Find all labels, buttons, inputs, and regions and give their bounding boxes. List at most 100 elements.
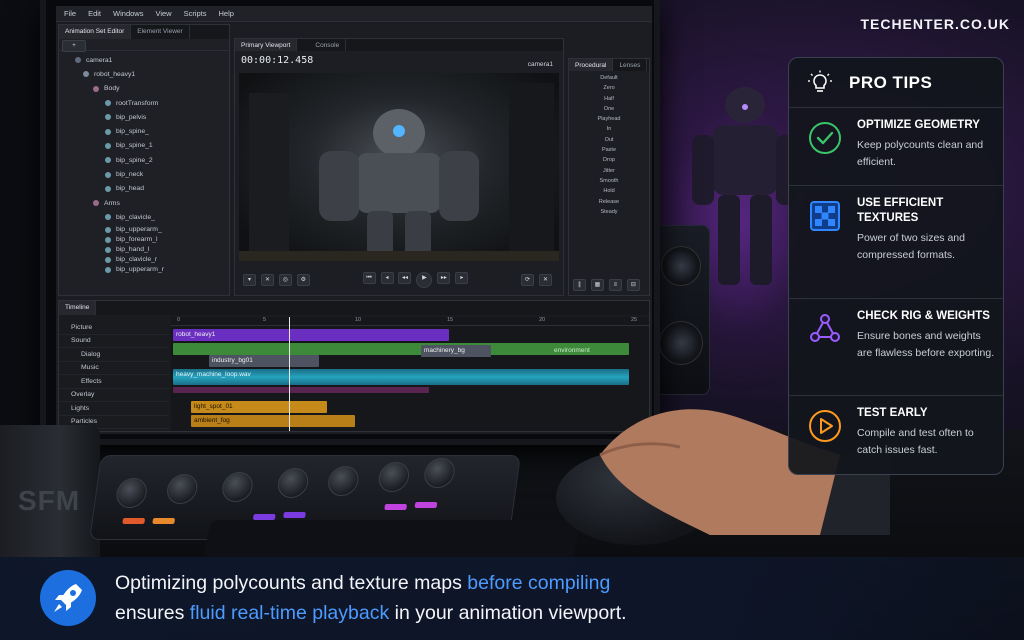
- lock-icon[interactable]: ⊟: [626, 279, 640, 291]
- timeline-panel: Timeline Picture Sound Dialog Music Effe…: [58, 300, 650, 432]
- settings-icon[interactable]: ⚙: [296, 274, 310, 286]
- light-clip[interactable]: light_spot_01: [191, 401, 327, 413]
- tree-item-bone[interactable]: bip_head: [63, 182, 225, 196]
- fast-forward-icon[interactable]: ▸▸: [437, 272, 451, 284]
- tree-item-arms[interactable]: Arms: [63, 196, 225, 210]
- pause-icon[interactable]: ∥: [573, 279, 586, 291]
- menu-scripts[interactable]: Scripts: [184, 9, 207, 18]
- controller-pad: [414, 502, 438, 508]
- procedural-preset-item[interactable]: Jitter: [573, 166, 645, 176]
- tab-element-viewer[interactable]: Element Viewer: [131, 25, 190, 39]
- banner-highlight: before compiling: [467, 572, 611, 594]
- tree-item-bone[interactable]: bip_upperarm_r: [63, 265, 225, 275]
- loop-icon[interactable]: ⟳: [521, 274, 535, 286]
- effects-audio-waveform[interactable]: heavy_machine_loop.wav: [173, 369, 629, 385]
- procedural-preset-item[interactable]: Zero: [573, 83, 645, 93]
- menu-edit[interactable]: Edit: [88, 9, 101, 18]
- track-effects[interactable]: Effects: [59, 375, 169, 389]
- dialog-clip[interactable]: industry_bg01: [209, 355, 319, 367]
- lightbulb-icon: [808, 70, 832, 92]
- track-picture[interactable]: Picture: [59, 321, 169, 335]
- tree-item-bone[interactable]: bip_spine_2: [63, 153, 225, 167]
- tab-animation-set-editor[interactable]: Animation Set Editor: [59, 25, 132, 39]
- camera-icon[interactable]: ◎: [278, 274, 292, 286]
- tip-title: CHECK RIG & WEIGHTS: [857, 310, 990, 322]
- tab-console[interactable]: Console: [297, 39, 347, 51]
- tree-item-bone[interactable]: bip_clavicle_r: [63, 255, 225, 265]
- procedural-preset-item[interactable]: Paste: [573, 145, 645, 155]
- animation-set-tree: camera1 robot_heavy1 Body rootTransform …: [59, 51, 229, 277]
- bone-icon: [105, 128, 111, 135]
- menu-view[interactable]: View: [155, 9, 171, 18]
- scene: File Edit Windows View Scripts Help Anim…: [0, 0, 1024, 640]
- particles-clip[interactable]: ambient_fog: [191, 415, 355, 427]
- tree-item-bone[interactable]: bip_pelvis: [63, 110, 225, 124]
- viewport-menu-icon[interactable]: ▾: [243, 274, 256, 286]
- rewind-icon[interactable]: ◂◂: [398, 272, 412, 284]
- track-dialog[interactable]: Dialog: [59, 348, 169, 362]
- viewport-render[interactable]: [239, 73, 559, 261]
- track-music[interactable]: Music: [59, 362, 169, 375]
- procedural-preset-item[interactable]: Drop: [573, 155, 645, 165]
- tree-item-bone[interactable]: bip_neck: [63, 167, 225, 181]
- procedural-preset-item[interactable]: Out: [573, 135, 645, 145]
- timeline-clip-area[interactable]: 0 5 10 15 20 25 robot_heavy1 industry_bg…: [171, 317, 649, 431]
- camera-label[interactable]: camera1: [528, 61, 553, 68]
- play-icon[interactable]: ▶: [416, 272, 433, 288]
- tree-item-camera[interactable]: camera1: [63, 53, 225, 67]
- close-viewport-icon[interactable]: ✕: [538, 274, 552, 286]
- tree-item-bone[interactable]: bip_clavicle_: [63, 210, 225, 224]
- track-sound[interactable]: Sound: [59, 335, 169, 348]
- ambient-clip[interactable]: environment: [551, 345, 621, 357]
- menu-help[interactable]: Help: [219, 9, 234, 18]
- tab-procedural[interactable]: Procedural: [569, 59, 614, 71]
- controller-knob: [275, 468, 311, 498]
- step-back-icon[interactable]: ◂: [380, 272, 394, 284]
- rocket-badge: [40, 570, 96, 626]
- tree-item-bone[interactable]: bip_hand_l: [63, 245, 225, 255]
- bone-icon: [105, 246, 111, 253]
- playhead[interactable]: [289, 317, 290, 431]
- procedural-preset-item[interactable]: In: [573, 124, 645, 134]
- procedural-preset-item[interactable]: Default: [573, 73, 645, 83]
- menu-windows[interactable]: Windows: [113, 9, 143, 18]
- tip-title: OPTIMIZE GEOMETRY: [857, 119, 980, 131]
- tab-primary-viewport[interactable]: Primary Viewport: [235, 39, 298, 51]
- tree-item-robot[interactable]: robot_heavy1: [63, 67, 225, 81]
- site-brand: TECHENTER.CO.UK: [860, 16, 1010, 32]
- tree-item-bone[interactable]: rootTransform: [63, 96, 225, 110]
- procedural-preset-item[interactable]: Half: [573, 94, 645, 104]
- tab-lenses[interactable]: Lenses: [613, 59, 648, 71]
- procedural-preset-item[interactable]: One: [573, 104, 645, 114]
- add-icon[interactable]: +: [62, 40, 86, 52]
- procedural-preset-item[interactable]: Release: [573, 197, 645, 207]
- music-clip[interactable]: machinery_bg: [421, 345, 491, 357]
- tree-item-bone[interactable]: bip_spine_1: [63, 139, 225, 153]
- tree-item-bone[interactable]: bip_forearm_l: [63, 235, 225, 245]
- timeline-ruler[interactable]: 0 5 10 15 20 25: [171, 317, 649, 326]
- track-lights[interactable]: Lights: [59, 402, 169, 416]
- procedural-preset-item[interactable]: Steady: [573, 207, 645, 217]
- check-circle-icon: [809, 122, 841, 154]
- grid-icon[interactable]: ▦: [590, 279, 604, 291]
- rocket-icon: [54, 584, 82, 612]
- track-overlay[interactable]: Overlay: [59, 389, 169, 402]
- menu-file[interactable]: File: [64, 9, 76, 18]
- pro-tips-title: PRO TIPS: [849, 72, 933, 92]
- procedural-preset-item[interactable]: Smooth: [573, 176, 645, 186]
- step-forward-icon[interactable]: ▸: [455, 272, 469, 284]
- procedural-preset-item[interactable]: Hold: [573, 186, 645, 196]
- list-icon[interactable]: ≡: [608, 279, 622, 291]
- picture-clip[interactable]: robot_heavy1: [173, 329, 449, 341]
- overlay-clip[interactable]: [173, 387, 429, 393]
- camera-icon: [75, 57, 81, 64]
- close-icon[interactable]: ✕: [260, 274, 274, 286]
- tree-item-bone[interactable]: bip_upperarm_: [63, 225, 225, 235]
- banner-message: Optimizing polycounts and texture maps b…: [115, 568, 627, 628]
- tree-item-body[interactable]: Body: [63, 82, 225, 96]
- ruler-mark: 20: [539, 317, 546, 323]
- skip-start-icon[interactable]: ⏮: [362, 272, 376, 284]
- procedural-preset-item[interactable]: Playhead: [573, 114, 645, 124]
- tab-timeline[interactable]: Timeline: [59, 301, 97, 315]
- tree-item-bone[interactable]: bip_spine_: [63, 124, 225, 138]
